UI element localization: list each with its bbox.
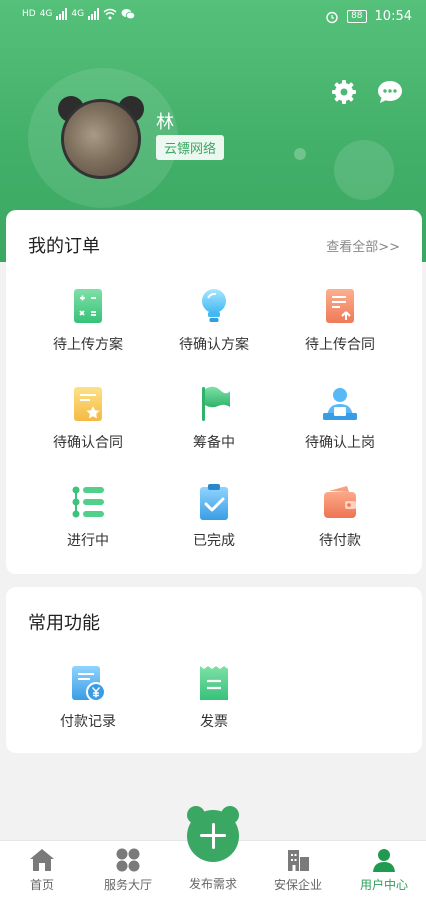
username: 林 [156,112,174,133]
order-item-label: 待确认合同 [53,435,123,451]
avatar-photo [61,99,141,179]
star-doc-icon [74,387,102,421]
battery-level: 88 [347,10,367,23]
calculator-doc-icon [74,289,102,323]
wifi-icon [103,8,117,20]
function-item-label: 付款记录 [60,714,116,730]
tab-home[interactable]: 首页 [2,847,82,893]
company-badge: 云镖网络 [156,135,225,160]
tab-label: 用户中心 [359,878,408,892]
list-icon [72,486,104,518]
payment-records-item[interactable]: 付款记录 [23,663,153,731]
invoice-icon [200,666,228,700]
order-in-progress[interactable]: 进行中 [23,482,153,550]
payment-record-icon [72,666,106,702]
tab-label: 首页 [29,878,54,892]
order-item-label: 待确认上岗 [305,435,375,451]
home-icon [30,849,54,871]
status-bar: HD 4G 4G 88 10:54 [0,0,426,36]
clock: 10:54 [374,9,412,24]
order-pending-confirm-plan[interactable]: 待确认方案 [149,286,279,354]
view-all-orders-link[interactable]: 查看全部>> [326,236,400,255]
flag-icon [202,386,230,421]
tab-service-hall[interactable]: 服务大厅 [88,847,168,893]
order-item-label: 筹备中 [193,435,235,451]
user-icon [373,849,395,872]
order-preparing[interactable]: 筹备中 [149,384,279,452]
common-functions-card: 常用功能 付款记录 发票 [6,587,422,753]
publish-request-button[interactable] [185,806,241,862]
order-item-label: 待确认方案 [179,337,249,353]
network-label: 4G [39,9,53,19]
order-pending-confirm-contract[interactable]: 待确认合同 [23,384,153,452]
wallet-icon [324,486,356,518]
decor-blob [334,140,394,200]
upload-contract-icon [326,289,354,323]
order-item-label: 待上传合同 [305,337,375,353]
plus-bar [211,823,215,849]
invoice-item[interactable]: 发票 [149,663,279,731]
order-pending-confirm-onboard[interactable]: 待确认上岗 [275,384,405,452]
building-icon [288,850,309,871]
functions-title: 常用功能 [28,613,100,634]
decor-dot [294,148,306,160]
order-item-label: 待上传方案 [53,337,123,353]
function-item-label: 发票 [200,714,228,730]
signal-icon [56,8,68,20]
tab-label: 安保企业 [273,878,322,892]
order-completed[interactable]: 已完成 [149,482,279,550]
tab-security-companies[interactable]: 安保企业 [258,847,338,893]
order-item-label: 待付款 [319,533,361,549]
lightbulb-icon [202,289,226,322]
clipboard-check-icon [200,484,228,520]
worker-desk-icon [323,388,357,420]
order-pending-upload-contract[interactable]: 待上传合同 [275,286,405,354]
wechat-icon [121,9,136,20]
signal-icon [88,8,100,20]
settings-gear-icon[interactable] [330,78,358,106]
tab-publish[interactable]: 发布需求 [173,875,253,892]
order-pending-payment[interactable]: 待付款 [275,482,405,550]
orders-title: 我的订单 [28,236,100,257]
message-bubble-icon[interactable] [376,78,404,106]
my-orders-card: 我的订单 查看全部>> 待上传方案 待确认方案 待上传合同 待确认合同 筹备中 … [6,210,422,574]
network-label: 4G [71,9,85,19]
alarm-icon [326,11,338,23]
hd-label: HD [22,9,36,19]
service-hall-icon [116,848,140,872]
order-pending-upload-plan[interactable]: 待上传方案 [23,286,153,354]
tab-user-center[interactable]: 用户中心 [344,847,424,893]
order-item-label: 已完成 [193,533,235,549]
order-item-label: 进行中 [67,533,109,549]
avatar[interactable] [58,96,144,180]
tab-label: 服务大厅 [103,878,152,892]
tab-label: 发布需求 [188,877,237,891]
